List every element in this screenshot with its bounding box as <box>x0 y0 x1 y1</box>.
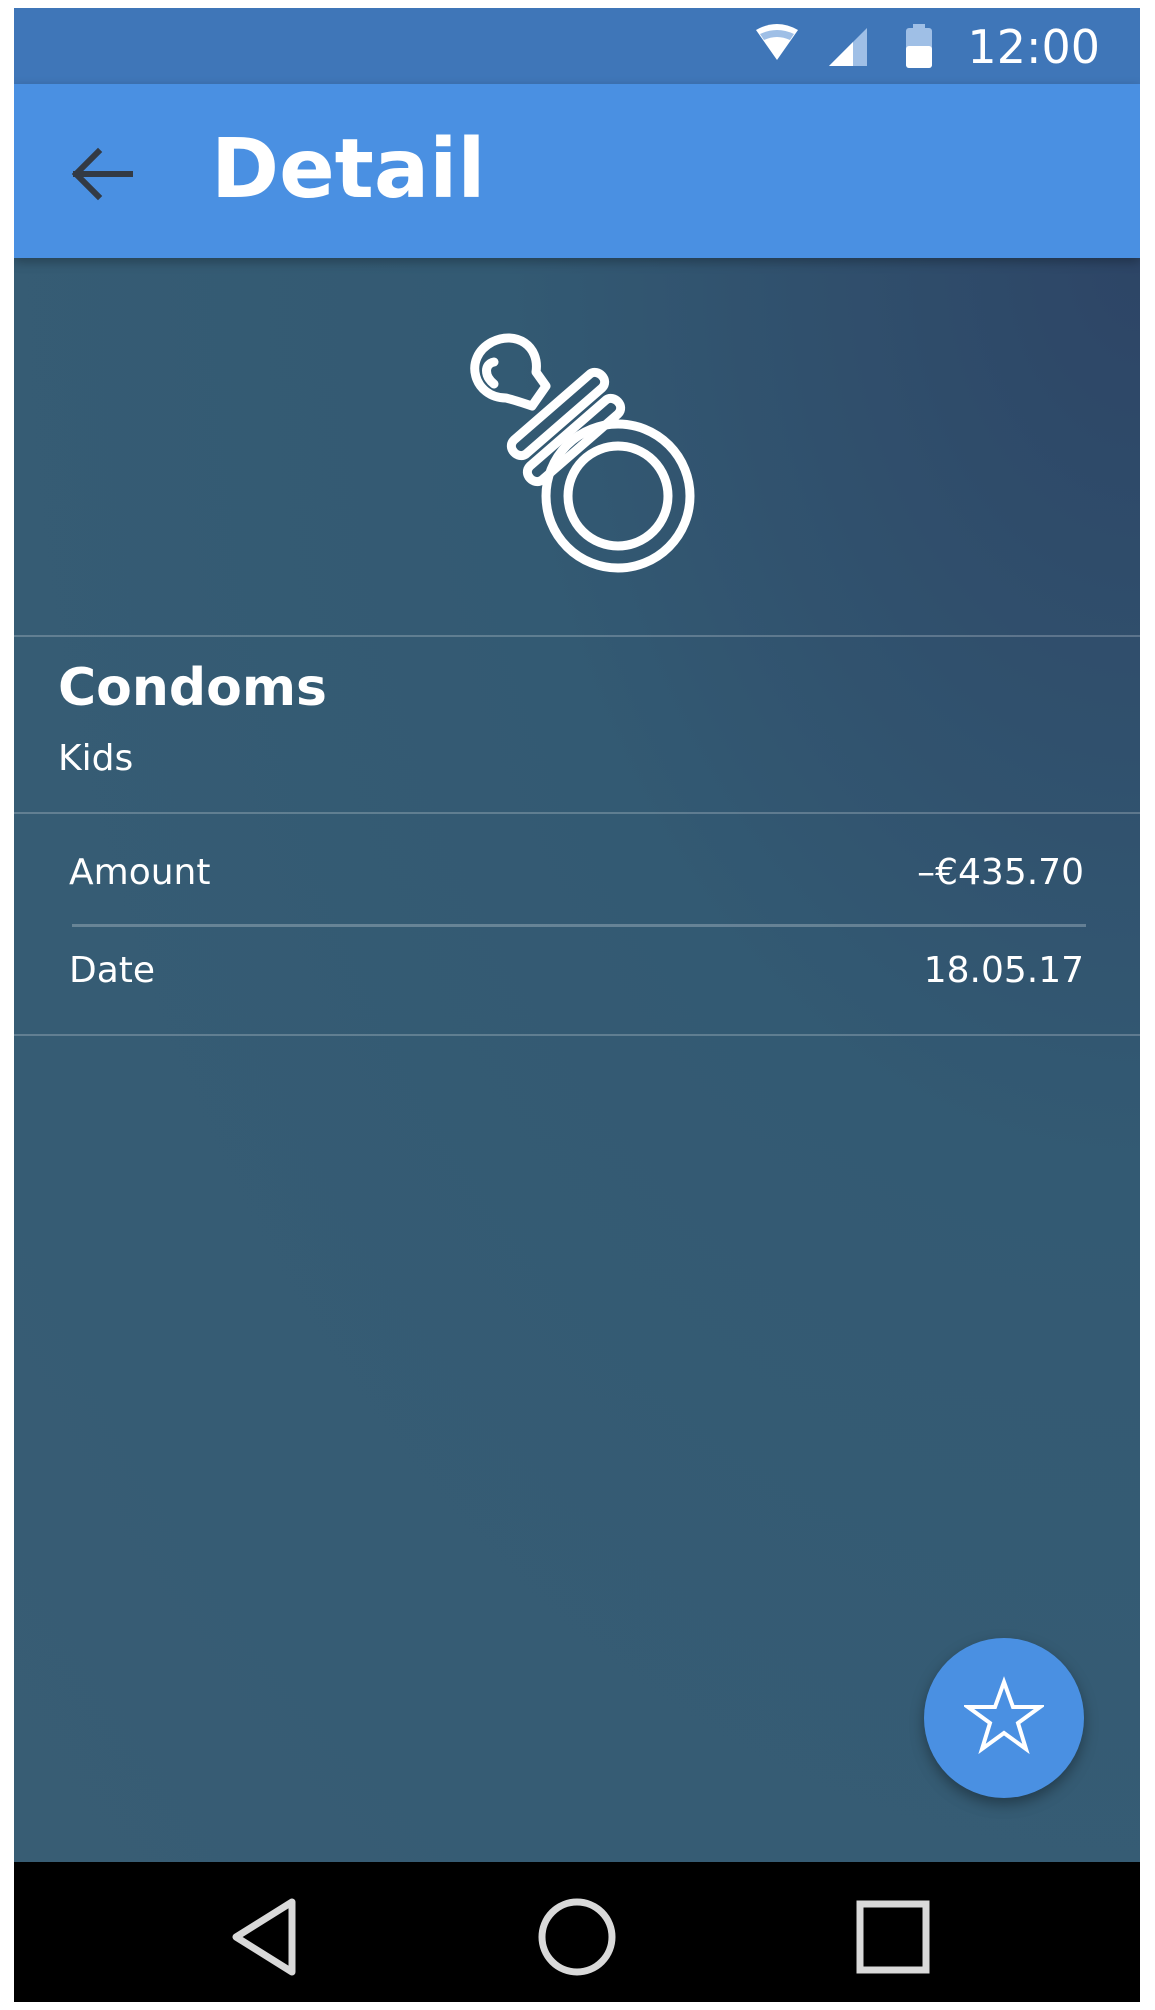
back-triangle-icon[interactable] <box>222 1892 312 1982</box>
arrow-back-icon[interactable] <box>66 138 138 210</box>
system-nav-bar <box>14 1862 1140 2002</box>
clock: 12:00 <box>967 20 1100 74</box>
row-divider <box>72 924 1086 927</box>
battery-icon <box>904 24 934 74</box>
category-hero <box>14 258 1140 635</box>
date-label: Date <box>69 950 156 991</box>
title-divider <box>14 812 1140 814</box>
home-circle-icon[interactable] <box>532 1892 622 1982</box>
wifi-icon <box>756 24 798 68</box>
cell-signal-icon <box>829 24 869 72</box>
page-title: Detail <box>211 122 486 217</box>
hero-divider <box>14 635 1140 637</box>
pacifier-icon <box>454 328 714 588</box>
details-divider <box>14 1034 1140 1036</box>
star-outline-icon <box>961 1676 1047 1760</box>
phone-screen: 12:00 Detail Condoms Kids Amount –€435.7… <box>14 8 1140 2002</box>
status-bar: 12:00 <box>14 8 1140 84</box>
app-bar: Detail <box>14 84 1140 258</box>
transaction-title: Condoms <box>58 658 327 718</box>
recents-square-icon[interactable] <box>848 1892 938 1982</box>
detail-content: Condoms Kids Amount –€435.70 Date 18.05.… <box>14 258 1140 1872</box>
amount-label: Amount <box>69 852 211 893</box>
date-value: 18.05.17 <box>923 950 1084 991</box>
favorite-fab-button[interactable] <box>924 1638 1084 1798</box>
transaction-category: Kids <box>58 738 134 779</box>
amount-value: –€435.70 <box>917 852 1084 893</box>
